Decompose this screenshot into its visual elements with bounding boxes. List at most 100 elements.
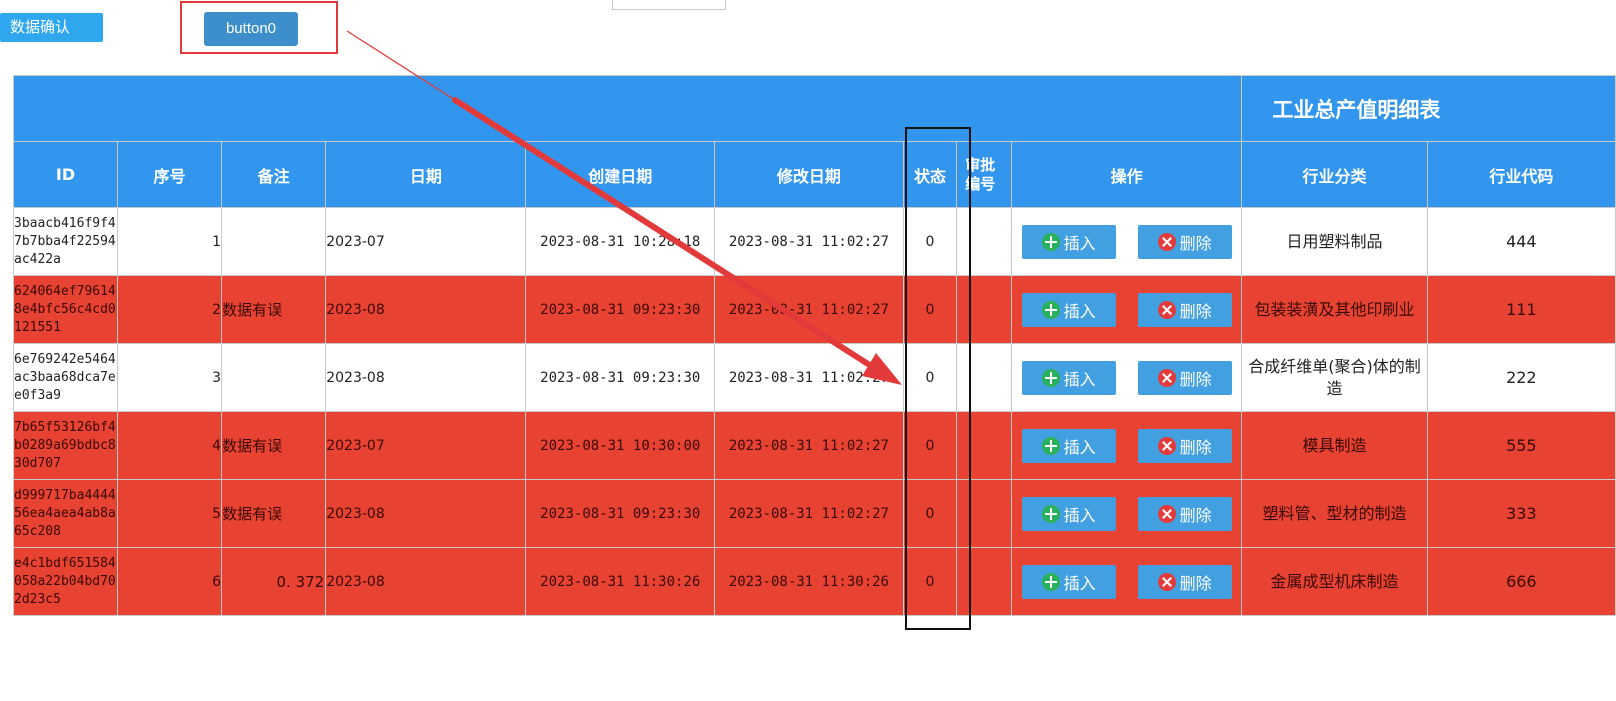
cell-note: 数据有误 xyxy=(221,411,327,480)
plus-icon xyxy=(1041,572,1060,591)
cell-status: 0 xyxy=(902,275,958,344)
cell-date: 2023-07 xyxy=(325,411,527,480)
cell-modified: 2023-08-31 11:02:27 xyxy=(714,411,904,480)
cell-industry: 塑料管、型材的制造 xyxy=(1241,479,1428,548)
delete-button[interactable]: 删除 xyxy=(1137,292,1232,327)
top-text-input[interactable] xyxy=(612,0,726,10)
col-header-id: ID xyxy=(12,141,119,208)
cell-modified: 2023-08-31 11:02:27 xyxy=(714,343,904,412)
approve-line-2: 编号 xyxy=(965,174,996,193)
insert-label: 插入 xyxy=(1063,573,1096,593)
cell-code: 333 xyxy=(1426,479,1616,548)
delete-label: 删除 xyxy=(1179,369,1212,389)
cell-ops: 插入 删除 xyxy=(1010,275,1243,344)
insert-button[interactable]: 插入 xyxy=(1021,360,1116,395)
cell-approve-no xyxy=(956,547,1012,616)
insert-label: 插入 xyxy=(1063,369,1096,389)
cell-ops: 插入 删除 xyxy=(1010,207,1243,276)
cell-seq: 5 xyxy=(117,479,223,548)
close-icon xyxy=(1157,504,1176,523)
table-row: 7b65f53126bf4b0289a69bdbc830d707 4 数据有误 202… xyxy=(12,411,1616,480)
button0[interactable]: button0 xyxy=(204,12,298,46)
insert-button[interactable]: 插入 xyxy=(1021,496,1116,531)
insert-button[interactable]: 插入 xyxy=(1021,564,1116,599)
insert-button[interactable]: 插入 xyxy=(1021,292,1116,327)
cell-note xyxy=(221,343,327,412)
col-header-note: 备注 xyxy=(221,141,327,208)
cell-id: 7b65f53126bf4b0289a69bdbc830d707 xyxy=(12,411,119,480)
table-row: e4c1bdf651584058a22b04bd702d23c5 6 0. 372 2… xyxy=(12,547,1616,616)
cell-note: 0. 372 xyxy=(221,547,327,616)
col-header-modified: 修改日期 xyxy=(714,141,904,208)
delete-label: 删除 xyxy=(1179,437,1212,457)
delete-label: 删除 xyxy=(1179,233,1212,253)
cell-created: 2023-08-31 09:23:30 xyxy=(525,275,716,344)
cell-id: 6e769242e5464ac3baa68dca7ee0f3a9 xyxy=(12,343,119,412)
plus-icon xyxy=(1041,436,1060,455)
table-row: 3baacb416f9f47b7bba4f22594ac422a 1 2023-07… xyxy=(12,207,1616,276)
col-header-approve-no: 审批 编号 xyxy=(956,141,1012,208)
cell-industry: 日用塑料制品 xyxy=(1241,207,1428,276)
cell-ops: 插入 删除 xyxy=(1010,479,1243,548)
close-icon xyxy=(1157,368,1176,387)
approve-line-1: 审批 xyxy=(965,155,996,174)
cell-industry: 包装装潢及其他印刷业 xyxy=(1241,275,1428,344)
close-icon xyxy=(1157,300,1176,319)
cell-date: 2023-08 xyxy=(325,479,527,548)
insert-button[interactable]: 插入 xyxy=(1021,224,1116,259)
plus-icon xyxy=(1041,300,1060,319)
cell-status: 0 xyxy=(902,411,958,480)
col-header-code: 行业代码 xyxy=(1426,141,1616,208)
cell-ops: 插入 删除 xyxy=(1010,411,1243,480)
cell-created: 2023-08-31 10:28:18 xyxy=(525,207,716,276)
insert-label: 插入 xyxy=(1063,437,1096,457)
cell-modified: 2023-08-31 11:02:27 xyxy=(714,479,904,548)
cell-seq: 6 xyxy=(117,547,223,616)
insert-label: 插入 xyxy=(1063,505,1096,525)
cell-created: 2023-08-31 10:30:00 xyxy=(525,411,716,480)
industrial-output-table: 工业总产值明细表 ID 序号 备注 日期 创建日期 修改日期 状态 审批 编号 操… xyxy=(12,75,1616,616)
cell-date: 2023-07 xyxy=(325,207,527,276)
cell-date: 2023-08 xyxy=(325,547,527,616)
cell-status: 0 xyxy=(902,207,958,276)
col-header-status: 状态 xyxy=(902,141,958,208)
cell-code: 111 xyxy=(1426,275,1616,344)
cell-status: 0 xyxy=(902,343,958,412)
cell-approve-no xyxy=(956,275,1012,344)
insert-label: 插入 xyxy=(1063,301,1096,321)
delete-button[interactable]: 删除 xyxy=(1137,224,1232,259)
plus-icon xyxy=(1041,232,1060,251)
cell-id: d999717ba444456ea4aea4ab8a65c208 xyxy=(12,479,119,548)
cell-seq: 4 xyxy=(117,411,223,480)
delete-label: 删除 xyxy=(1179,505,1212,525)
cell-id: 624064ef796148e4bfc56c4cd0121551 xyxy=(12,275,119,344)
cell-created: 2023-08-31 11:30:26 xyxy=(525,547,716,616)
cell-code: 666 xyxy=(1426,547,1616,616)
cell-note xyxy=(221,207,327,276)
cell-industry: 金属成型机床制造 xyxy=(1241,547,1428,616)
delete-button[interactable]: 删除 xyxy=(1137,428,1232,463)
close-icon xyxy=(1157,232,1176,251)
delete-button[interactable]: 删除 xyxy=(1137,496,1232,531)
cell-id: 3baacb416f9f47b7bba4f22594ac422a xyxy=(12,207,119,276)
plus-icon xyxy=(1041,504,1060,523)
delete-button[interactable]: 删除 xyxy=(1137,564,1232,599)
cell-industry: 合成纤维单(聚合)体的制造 xyxy=(1241,343,1428,412)
data-confirm-button[interactable]: 数据确认 xyxy=(0,13,103,42)
cell-approve-no xyxy=(956,479,1012,548)
cell-created: 2023-08-31 09:23:30 xyxy=(525,479,716,548)
col-header-ops: 操作 xyxy=(1010,141,1243,208)
cell-code: 444 xyxy=(1426,207,1616,276)
col-header-seq: 序号 xyxy=(117,141,223,208)
cell-id: e4c1bdf651584058a22b04bd702d23c5 xyxy=(12,547,119,616)
insert-button[interactable]: 插入 xyxy=(1021,428,1116,463)
insert-label: 插入 xyxy=(1063,233,1096,253)
table-body: 3baacb416f9f47b7bba4f22594ac422a 1 2023-07… xyxy=(12,207,1616,616)
cell-ops: 插入 删除 xyxy=(1010,547,1243,616)
cell-seq: 1 xyxy=(117,207,223,276)
col-header-created: 创建日期 xyxy=(525,141,716,208)
cell-ops: 插入 删除 xyxy=(1010,343,1243,412)
cell-modified: 2023-08-31 11:30:26 xyxy=(714,547,904,616)
delete-button[interactable]: 删除 xyxy=(1137,360,1232,395)
cell-seq: 3 xyxy=(117,343,223,412)
